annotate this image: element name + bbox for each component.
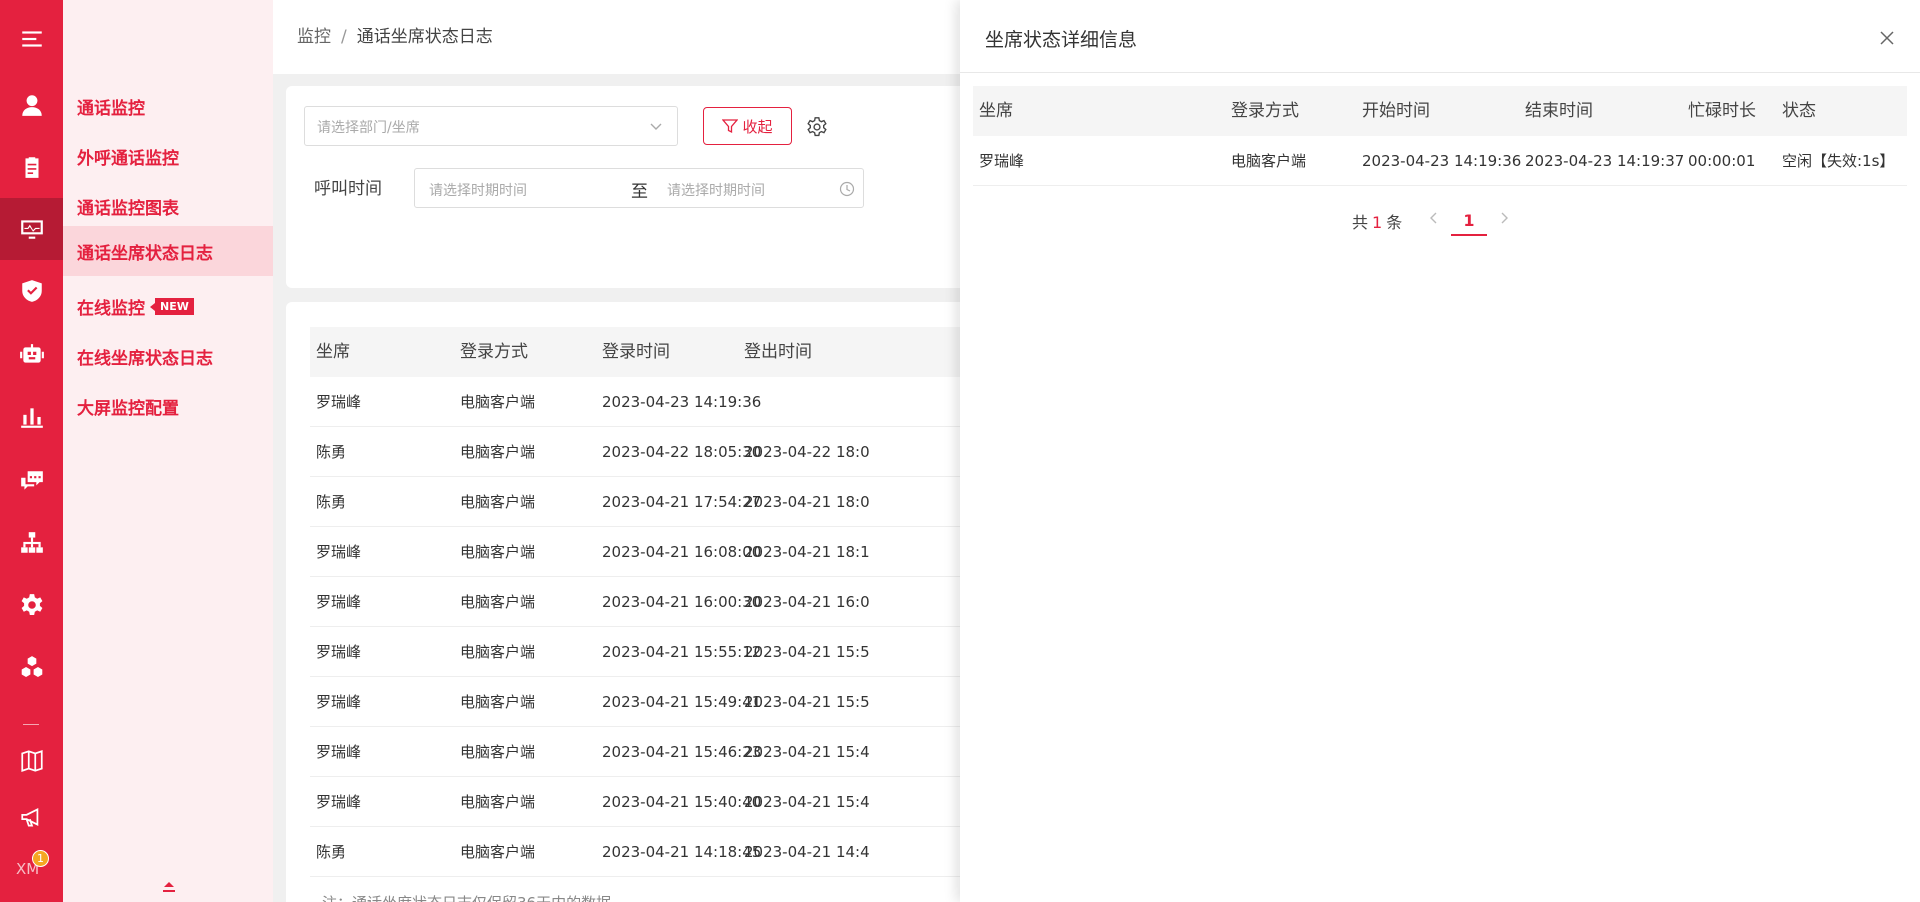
detail-cell-login-method: 电脑客户端	[1231, 152, 1307, 170]
shield-icon[interactable]	[0, 260, 63, 322]
detail-cell-end-time: 2023-04-23 14:19:37	[1525, 152, 1685, 170]
clipboard-icon[interactable]	[0, 136, 63, 198]
menu-item-agent-status-log[interactable]: 通话坐席状态日志	[63, 226, 273, 276]
prev-page-icon[interactable]	[1427, 211, 1441, 225]
chat-icon[interactable]	[0, 450, 63, 512]
menu-item-bigscreen-config[interactable]: 大屏监控配置	[63, 381, 273, 431]
drawer-divider	[960, 72, 1920, 73]
menu-item-online-agent-log[interactable]: 在线坐席状态日志	[63, 331, 273, 381]
menu-item-outbound-monitor[interactable]: 外呼通话监控	[63, 131, 273, 181]
page-number-button[interactable]: 1	[1451, 206, 1487, 236]
detail-cell-status: 空闲【失效:1s】	[1782, 152, 1895, 170]
close-icon[interactable]	[1879, 30, 1895, 46]
detail-header-agent: 坐席	[979, 101, 1013, 121]
submenu: 通话监控 外呼通话监控 通话监控图表 通话坐席状态日志 在线监控 NEW 在线坐席…	[63, 0, 273, 902]
pagination: 共1条 1	[960, 206, 1920, 236]
rail-separator	[23, 724, 39, 725]
drawer-title: 坐席状态详细信息	[985, 29, 1138, 51]
user-icon[interactable]	[0, 74, 63, 136]
collapse-menu-icon[interactable]	[162, 880, 176, 894]
detail-header-login-method: 登录方式	[1231, 101, 1299, 121]
monitor-icon[interactable]	[0, 198, 63, 260]
hexagons-icon[interactable]	[0, 636, 63, 698]
drawer-overlay[interactable]	[273, 0, 960, 902]
new-badge: NEW	[150, 297, 194, 315]
pagination-total: 共1条	[1352, 213, 1403, 232]
megaphone-icon[interactable]	[0, 786, 63, 848]
bar-chart-icon[interactable]	[0, 386, 63, 448]
detail-cell-agent: 罗瑞峰	[979, 152, 1025, 170]
menu-item-monitor-charts[interactable]: 通话监控图表	[63, 181, 273, 231]
menu-icon[interactable]	[0, 8, 63, 70]
menu-item-online-monitor[interactable]: 在线监控 NEW	[63, 281, 273, 331]
icon-rail: XM 1	[0, 0, 63, 902]
book-icon[interactable]	[0, 730, 63, 792]
detail-cell-busy-duration: 00:00:01	[1688, 152, 1756, 170]
detail-header-end-time: 结束时间	[1525, 101, 1593, 121]
detail-header-start-time: 开始时间	[1362, 101, 1430, 121]
menu-item-call-monitor[interactable]: 通话监控	[63, 81, 273, 131]
detail-table-header: 坐席 登录方式 开始时间 结束时间 忙碌时长 状态	[973, 86, 1907, 136]
detail-table-row: 罗瑞峰 电脑客户端 2023-04-23 14:19:36 2023-04-23…	[973, 136, 1907, 186]
next-page-icon[interactable]	[1497, 211, 1511, 225]
org-chart-icon[interactable]	[0, 512, 63, 574]
detail-header-status: 状态	[1782, 101, 1816, 121]
detail-header-busy-duration: 忙碌时长	[1688, 101, 1756, 121]
robot-icon[interactable]	[0, 324, 63, 386]
detail-cell-start-time: 2023-04-23 14:19:36	[1362, 152, 1522, 170]
gear-icon[interactable]	[0, 574, 63, 636]
agent-status-detail-drawer: 坐席状态详细信息 坐席 登录方式 开始时间 结束时间 忙碌时长 状态 罗瑞峰 电…	[960, 0, 1920, 902]
notification-badge: 1	[32, 850, 49, 867]
